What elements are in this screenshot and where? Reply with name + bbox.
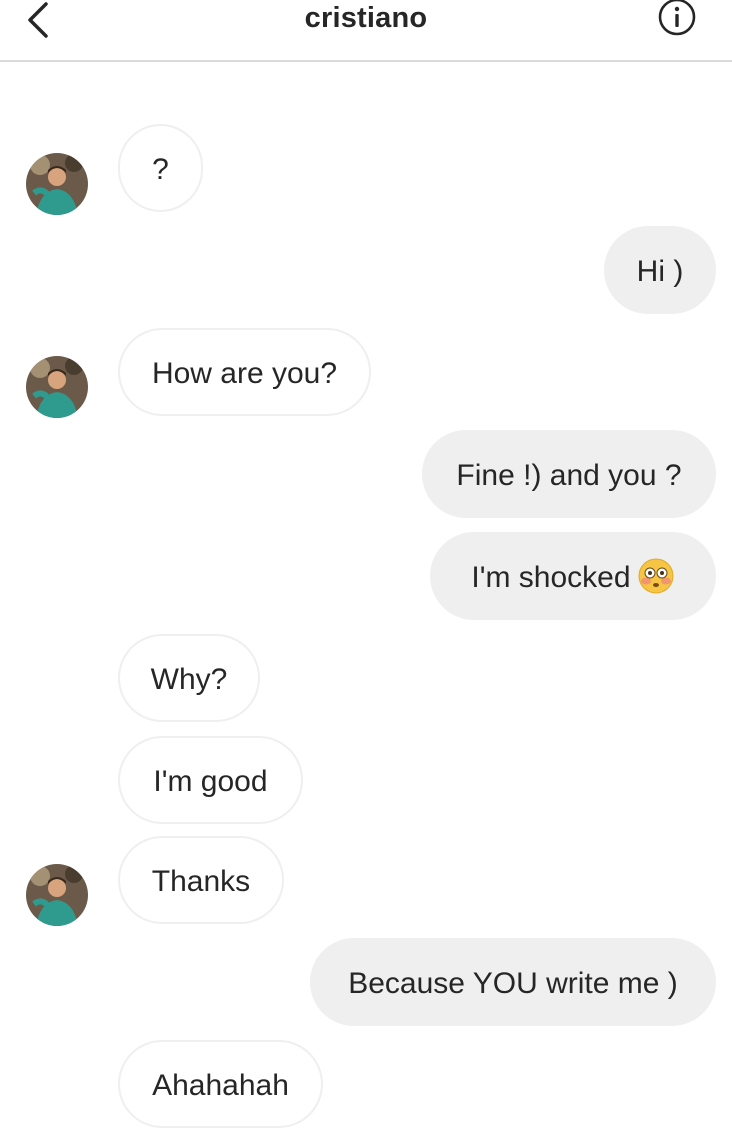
info-icon bbox=[658, 0, 696, 36]
message-bubble-incoming[interactable]: I'm good bbox=[118, 736, 303, 824]
avatar[interactable] bbox=[26, 153, 88, 215]
message-bubble-outgoing[interactable]: I'm shocked bbox=[430, 532, 716, 620]
flushed-face-emoji bbox=[638, 558, 674, 594]
message-bubble-incoming[interactable]: ? bbox=[118, 124, 203, 212]
info-button[interactable] bbox=[656, 0, 698, 38]
message-bubble-outgoing[interactable]: Hi ) bbox=[604, 226, 716, 314]
message-bubble-incoming[interactable]: Why? bbox=[118, 634, 260, 722]
message-bubble-incoming[interactable]: How are you? bbox=[118, 328, 371, 416]
message-bubble-incoming[interactable]: Ahahahah bbox=[118, 1040, 323, 1128]
chat-header: cristiano bbox=[0, 0, 732, 62]
avatar[interactable] bbox=[26, 356, 88, 418]
chat-title[interactable]: cristiano bbox=[0, 2, 732, 35]
avatar[interactable] bbox=[26, 864, 88, 926]
message-bubble-outgoing[interactable]: Fine !) and you ? bbox=[422, 430, 716, 518]
message-bubble-outgoing[interactable]: Because YOU write me ) bbox=[310, 938, 716, 1026]
message-text: I'm shocked bbox=[471, 561, 631, 594]
message-bubble-incoming[interactable]: Thanks bbox=[118, 836, 284, 924]
